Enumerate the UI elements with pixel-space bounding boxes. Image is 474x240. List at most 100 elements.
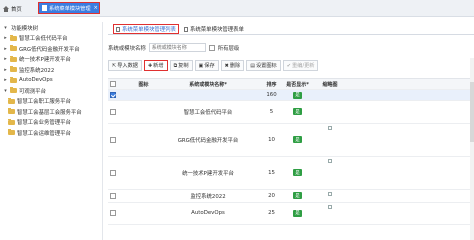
thumb-cell: [310, 101, 350, 123]
all-levels-checkbox[interactable]: [208, 44, 215, 51]
table-row[interactable]: GRG低代码金融开发平台 10 是: [108, 124, 474, 157]
broken-image-icon: [328, 158, 332, 163]
show-cell[interactable]: 是: [285, 101, 310, 123]
top-tab-bar: 首页 系统菜单模块管理 ×: [0, 0, 474, 17]
scrollbar-thumb[interactable]: [470, 82, 474, 142]
icon-cell: [129, 203, 158, 225]
tree-item[interactable]: ▸ GRG低代码金融开发平台: [0, 44, 102, 55]
header-name: 系统或模块名称*: [189, 81, 227, 88]
table-row[interactable]: 统一技术P建开发平台 15 是: [108, 157, 474, 190]
folder-icon: [10, 87, 17, 94]
folder-icon: [8, 129, 15, 136]
copy-label: 复制: [178, 63, 189, 69]
sort-cell[interactable]: 10: [258, 124, 285, 156]
sort-cell[interactable]: 160: [258, 90, 285, 100]
table-row[interactable]: 监控系统2022 20 是: [108, 190, 474, 203]
name-cell[interactable]: 监控系统2022: [158, 190, 258, 202]
name-cell[interactable]: [158, 90, 258, 100]
name-cell[interactable]: 智慧工会低代码平台: [158, 101, 258, 123]
tree-item[interactable]: ▾ 可观测平台: [0, 86, 102, 97]
status-badge: 是: [293, 169, 302, 176]
tree-title: 功能模块树: [11, 25, 38, 32]
active-tab-label: 系统菜单模块管理: [49, 5, 91, 12]
table-row[interactable]: AutoDevOps 25 是: [108, 203, 474, 225]
set-icon-button[interactable]: ▤ 设置图标: [246, 60, 281, 71]
recompile-button[interactable]: ✔ 重编/更新: [282, 60, 319, 71]
add-button[interactable]: ✚ 新增: [143, 60, 168, 71]
show-cell[interactable]: 是: [285, 203, 310, 225]
chevron-right-icon[interactable]: ▸: [3, 77, 8, 83]
import-button[interactable]: ⇱ 导入数据: [108, 60, 142, 71]
tree-item-label: GRG低代码金融开发平台: [19, 46, 80, 53]
tree-item[interactable]: ▸ 统一技术P建开发平台: [0, 54, 102, 65]
row-checkbox[interactable]: [110, 108, 116, 115]
tree-item-label: AutoDevOps: [19, 77, 53, 84]
tree-item[interactable]: ▸ AutoDevOps: [0, 75, 102, 86]
tree-item-label: 智慧工会基层工会服务平台: [17, 109, 82, 116]
select-all-checkbox[interactable]: [110, 81, 116, 87]
delete-label: 删除: [229, 63, 241, 69]
tree-header[interactable]: ▾ 功能模块树: [0, 22, 102, 33]
copy-button[interactable]: ⧉ 复制: [169, 60, 193, 71]
table-row[interactable]: 160 是: [108, 90, 474, 101]
save-button[interactable]: ▣ 保存: [194, 60, 219, 71]
header-thumb: 缩略图: [322, 81, 338, 88]
row-checkbox-cell[interactable]: [108, 101, 129, 123]
tab-form[interactable]: 系统菜单模块管理表单: [184, 24, 244, 34]
tree-item[interactable]: ▸ 智慧工会低代码平台: [0, 33, 102, 44]
name-cell[interactable]: AutoDevOps: [158, 203, 258, 225]
row-checkbox-cell[interactable]: [108, 157, 129, 189]
tree-item[interactable]: 智慧工会业务管理平台: [0, 117, 102, 128]
icon-cell: [129, 157, 158, 189]
home-icon: [3, 5, 9, 12]
show-cell[interactable]: 是: [285, 190, 310, 202]
sort-cell[interactable]: 15: [258, 157, 285, 189]
tree-item[interactable]: ▸ 监控系统2022: [0, 65, 102, 76]
tree-item-label: 可观测平台: [19, 88, 46, 95]
sort-cell[interactable]: 25: [258, 203, 285, 225]
add-label: 新增: [153, 63, 164, 69]
row-checkbox[interactable]: [110, 210, 116, 217]
delete-button[interactable]: ✖ 删除: [220, 60, 245, 71]
chevron-down-icon[interactable]: ▾: [3, 25, 8, 31]
row-checkbox-cell[interactable]: [108, 203, 129, 225]
chevron-right-icon[interactable]: ▸: [3, 67, 8, 73]
active-page-tab[interactable]: 系统菜单模块管理 ×: [38, 2, 100, 14]
row-checkbox-cell[interactable]: [108, 124, 129, 156]
name-cell[interactable]: GRG低代码金融开发平台: [158, 124, 258, 156]
document-icon: [42, 5, 47, 11]
row-checkbox-checked[interactable]: [110, 92, 116, 98]
show-cell[interactable]: 是: [285, 90, 310, 100]
all-levels-label: 所有层级: [217, 45, 240, 52]
show-cell[interactable]: 是: [285, 124, 310, 156]
row-checkbox[interactable]: [110, 192, 116, 199]
table-row[interactable]: 智慧工会低代码平台 5 是: [108, 101, 474, 124]
chevron-down-icon[interactable]: ▾: [3, 88, 8, 94]
broken-image-icon: [328, 125, 332, 130]
chevron-right-icon[interactable]: ▸: [3, 35, 8, 41]
chevron-right-icon[interactable]: ▸: [3, 56, 8, 62]
show-cell[interactable]: 是: [285, 157, 310, 189]
name-cell[interactable]: 统一技术P建开发平台: [158, 157, 258, 189]
header-icon: 图标: [138, 81, 149, 88]
icon-cell: [129, 90, 158, 100]
sort-cell[interactable]: 20: [258, 190, 285, 202]
home-tab[interactable]: 首页: [3, 3, 22, 14]
sort-cell[interactable]: 5: [258, 101, 285, 123]
header-checkbox-cell[interactable]: [108, 79, 129, 89]
icon-cell: [129, 124, 158, 156]
row-filler: [350, 90, 474, 100]
tab-list[interactable]: 系统菜单模块管理列表: [113, 24, 179, 34]
tree-item[interactable]: 智慧工会运维管理平台: [0, 128, 102, 139]
tree-item[interactable]: 智慧工会基层工会服务平台: [0, 107, 102, 118]
document-icon: [116, 26, 120, 32]
broken-image-icon: [328, 204, 332, 209]
close-icon[interactable]: ×: [94, 5, 98, 11]
row-checkbox[interactable]: [110, 169, 116, 176]
row-checkbox[interactable]: [110, 136, 116, 143]
row-checkbox-cell[interactable]: [108, 190, 129, 202]
tree-item[interactable]: 智慧工会职工服务平台: [0, 96, 102, 107]
search-input[interactable]: [148, 43, 206, 52]
chevron-right-icon[interactable]: ▸: [3, 46, 8, 52]
row-checkbox-cell[interactable]: [108, 90, 129, 100]
